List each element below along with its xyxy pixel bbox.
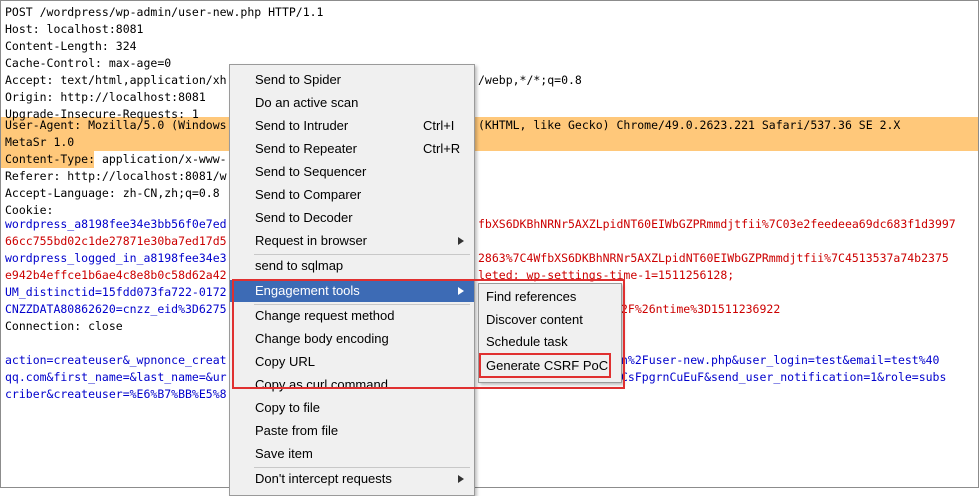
cookie-um-distinctid: UM_distinctid=15fdd073fa722-0172 — [5, 285, 227, 299]
body-line-2: qq.com&first_name=&last_name=&ur — [5, 370, 227, 384]
body-line-1-tail: n%2Fuser-new.php&user_login=test&email=t… — [621, 353, 940, 367]
submenu-arrow-icon — [458, 287, 464, 295]
cookie-settings-time: leted; wp-settings-time-1=1511256128; — [478, 268, 735, 282]
request-line: POST /wordpress/wp-admin/user-new.php HT… — [5, 5, 324, 19]
menu-send-to-sqlmap[interactable]: send to sqlmap — [230, 255, 474, 277]
body-line-3: criber&createuser=%E6%B7%BB%E5%8 — [5, 387, 227, 401]
submenu-schedule-task[interactable]: Schedule task — [479, 331, 621, 353]
body-line-1: action=createuser&_wpnonce_creat — [5, 353, 227, 367]
header-referer: Referer: http://localhost:8081/w — [5, 169, 227, 183]
menu-save-item[interactable]: Save item — [230, 443, 474, 465]
submenu-arrow-icon — [458, 237, 464, 245]
highlight-user-agent-cont — [1, 134, 978, 151]
cookie-cnzzdata: CNZZDATA80862620=cnzz_eid%3D6275 — [5, 302, 227, 316]
menu-active-scan[interactable]: Do an active scan — [230, 92, 474, 114]
menu-paste-from-file[interactable]: Paste from file — [230, 420, 474, 442]
cookie-logged-in-cont: e942b4effce1b6ae4c8e8b0c58d62a42 — [5, 268, 227, 282]
content-type-key: Content-Type: — [5, 152, 96, 166]
header-user-agent-tail: (KHTML, like Gecko) Chrome/49.0.2623.221… — [478, 118, 901, 132]
menu-engagement-tools[interactable]: Engagement tools — [230, 280, 474, 302]
request-editor[interactable]: POST /wordpress/wp-admin/user-new.php HT… — [0, 0, 979, 488]
menu-dont-intercept[interactable]: Don't intercept requests — [230, 468, 474, 490]
cookie-logged-in-tail: 2863%7C4WfbXS6DKBhNRNr5AXZLpidNT60EIWbGZ… — [478, 251, 949, 265]
submenu-arrow-icon — [458, 475, 464, 483]
content-type-value: application/x-www- — [95, 152, 227, 166]
header-origin: Origin: http://localhost:8081 — [5, 90, 206, 104]
cookie-wordpress: wordpress_a8198fee34e3bb56f0e7ed — [5, 217, 227, 231]
header-content-length: Content-Length: 324 — [5, 39, 137, 53]
cookie-cnzzdata-tail: 2F%26ntime%3D1511236922 — [621, 302, 781, 316]
cookie-wordpress-cont: 66cc755bd02c1de27871e30ba7ed17d5 — [5, 234, 227, 248]
menu-copy-url[interactable]: Copy URL — [230, 351, 474, 373]
cookie-wordpress-tail: fbXS6DKBhNRNr5AXZLpidNT60EIWbGZPRmmdjtfi… — [478, 217, 956, 231]
menu-send-to-spider[interactable]: Send to Spider — [230, 69, 474, 91]
menu-request-in-browser[interactable]: Request in browser — [230, 230, 474, 252]
submenu-generate-csrf-poc[interactable]: Generate CSRF PoC — [479, 355, 621, 377]
menu-send-to-comparer[interactable]: Send to Comparer — [230, 184, 474, 206]
submenu-discover-content[interactable]: Discover content — [479, 309, 621, 331]
menu-send-to-decoder[interactable]: Send to Decoder — [230, 207, 474, 229]
cookie-logged-in: wordpress_logged_in_a8198fee34e3 — [5, 251, 227, 265]
body-line-2-tail: CsFpgrnCuEuF&send_user_notification=1&ro… — [621, 370, 947, 384]
menu-change-request-method[interactable]: Change request method — [230, 305, 474, 327]
menu-send-to-intruder[interactable]: Send to Intruder Ctrl+I — [230, 115, 474, 137]
submenu-find-references[interactable]: Find references — [479, 286, 621, 308]
header-host: Host: localhost:8081 — [5, 22, 144, 36]
header-accept-tail: /webp,*/*;q=0.8 — [478, 73, 582, 87]
menu-copy-to-file[interactable]: Copy to file — [230, 397, 474, 419]
menu-send-to-repeater[interactable]: Send to Repeater Ctrl+R — [230, 138, 474, 160]
shortcut-ctrl-i: Ctrl+I — [423, 118, 455, 133]
engagement-tools-submenu: Find references Discover content Schedul… — [478, 283, 622, 383]
menu-copy-as-curl[interactable]: Copy as curl command — [230, 374, 474, 396]
header-user-agent: User-Agent: Mozilla/5.0 (Windows — [5, 118, 227, 132]
header-cache-control: Cache-Control: max-age=0 — [5, 56, 172, 70]
context-menu: Send to Spider Do an active scan Send to… — [229, 64, 475, 496]
header-user-agent-cont: MetaSr 1.0 — [5, 135, 75, 149]
menu-change-body-encoding[interactable]: Change body encoding — [230, 328, 474, 350]
header-connection: Connection: close — [5, 319, 123, 333]
menu-send-to-sequencer[interactable]: Send to Sequencer — [230, 161, 474, 183]
header-accept: Accept: text/html,application/xh — [5, 73, 227, 87]
header-content-type: Content-Type: application/x-www- — [5, 151, 227, 168]
shortcut-ctrl-r: Ctrl+R — [423, 141, 461, 156]
header-accept-language: Accept-Language: zh-CN,zh;q=0.8 — [5, 186, 220, 200]
